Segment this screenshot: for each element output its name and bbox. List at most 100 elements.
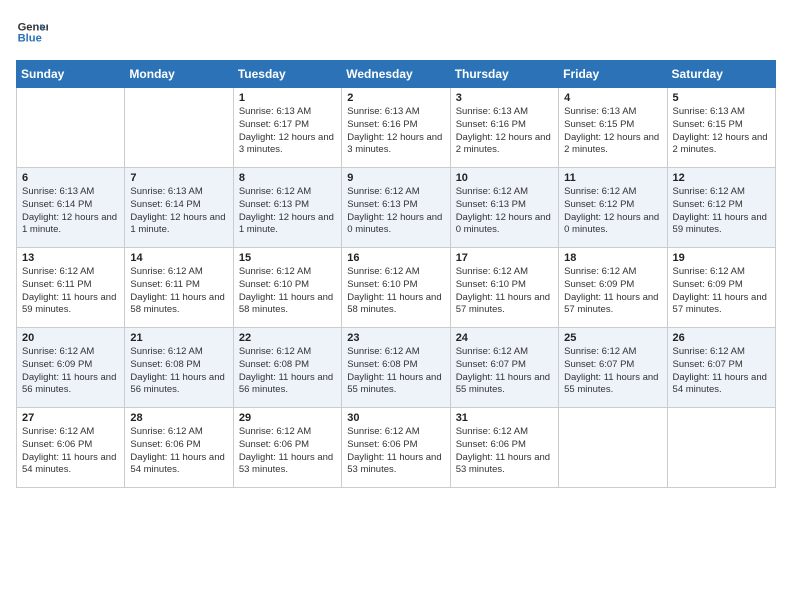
logo-icon: General Blue <box>16 16 48 48</box>
calendar-day-cell: 22 Sunrise: 6:12 AMSunset: 6:08 PMDayligh… <box>233 328 341 408</box>
day-info: Sunrise: 6:12 AMSunset: 6:11 PMDaylight:… <box>22 266 119 317</box>
day-info: Sunrise: 6:12 AMSunset: 6:06 PMDaylight:… <box>239 426 336 477</box>
calendar-day-cell: 13Sunrise: 6:12 AMSunset: 6:11 PMDayligh… <box>17 248 125 328</box>
calendar-week-row: 20 Sunrise: 6:12 AMSunset: 6:09 PMDayligh… <box>17 328 776 408</box>
day-info: Sunrise: 6:12 AMSunset: 6:12 PMDaylight:… <box>564 186 661 237</box>
calendar-day-cell <box>125 88 233 168</box>
day-info: Sunrise: 6:13 AMSunset: 6:17 PMDaylight:… <box>239 106 336 157</box>
calendar-day-cell: 30 Sunrise: 6:12 AMSunset: 6:06 PMDayligh… <box>342 408 450 488</box>
day-number: 27 <box>22 412 119 424</box>
day-number: 2 <box>347 92 444 104</box>
calendar-day-cell: 26 Sunrise: 6:12 AMSunset: 6:07 PMDayligh… <box>667 328 775 408</box>
calendar-week-row: 6Sunrise: 6:13 AMSunset: 6:14 PMDaylight… <box>17 168 776 248</box>
day-number: 10 <box>456 172 553 184</box>
calendar-header-row: SundayMondayTuesdayWednesdayThursdayFrid… <box>17 61 776 88</box>
day-number: 31 <box>456 412 553 424</box>
day-info: Sunrise: 6:13 AMSunset: 6:14 PMDaylight:… <box>130 186 227 237</box>
day-number: 7 <box>130 172 227 184</box>
calendar-day-cell: 8Sunrise: 6:12 AMSunset: 6:13 PMDaylight… <box>233 168 341 248</box>
day-number: 8 <box>239 172 336 184</box>
day-info: Sunrise: 6:12 AMSunset: 6:08 PMDaylight:… <box>239 346 336 397</box>
day-info: Sunrise: 6:12 AMSunset: 6:09 PMDaylight:… <box>22 346 119 397</box>
calendar-table: SundayMondayTuesdayWednesdayThursdayFrid… <box>16 60 776 488</box>
calendar-day-cell: 9Sunrise: 6:12 AMSunset: 6:13 PMDaylight… <box>342 168 450 248</box>
day-number: 22 <box>239 332 336 344</box>
calendar-day-cell: 31 Sunrise: 6:12 AMSunset: 6:06 PMDayligh… <box>450 408 558 488</box>
calendar-day-cell: 6Sunrise: 6:13 AMSunset: 6:14 PMDaylight… <box>17 168 125 248</box>
calendar-day-cell: 21Sunrise: 6:12 AMSunset: 6:08 PMDayligh… <box>125 328 233 408</box>
day-number: 18 <box>564 252 661 264</box>
calendar-day-cell <box>559 408 667 488</box>
day-info: Sunrise: 6:13 AMSunset: 6:15 PMDaylight:… <box>673 106 770 157</box>
day-info: Sunrise: 6:12 AMSunset: 6:06 PMDaylight:… <box>22 426 119 477</box>
day-of-week-wednesday: Wednesday <box>342 61 450 88</box>
calendar-week-row: 13Sunrise: 6:12 AMSunset: 6:11 PMDayligh… <box>17 248 776 328</box>
calendar-day-cell: 7 Sunrise: 6:13 AMSunset: 6:14 PMDaylight… <box>125 168 233 248</box>
calendar-day-cell: 1 Sunrise: 6:13 AMSunset: 6:17 PMDaylight… <box>233 88 341 168</box>
day-info: Sunrise: 6:12 AMSunset: 6:08 PMDaylight:… <box>347 346 444 397</box>
day-number: 16 <box>347 252 444 264</box>
day-info: Sunrise: 6:12 AMSunset: 6:07 PMDaylight:… <box>564 346 661 397</box>
day-info: Sunrise: 6:13 AMSunset: 6:15 PMDaylight:… <box>564 106 661 157</box>
day-number: 14 <box>130 252 227 264</box>
day-number: 29 <box>239 412 336 424</box>
day-number: 5 <box>673 92 770 104</box>
day-number: 28 <box>130 412 227 424</box>
day-number: 4 <box>564 92 661 104</box>
calendar-day-cell: 11 Sunrise: 6:12 AMSunset: 6:12 PMDayligh… <box>559 168 667 248</box>
calendar-day-cell: 3 Sunrise: 6:13 AMSunset: 6:16 PMDaylight… <box>450 88 558 168</box>
calendar-day-cell <box>667 408 775 488</box>
calendar-day-cell: 28 Sunrise: 6:12 AMSunset: 6:06 PMDayligh… <box>125 408 233 488</box>
calendar-day-cell: 18Sunrise: 6:12 AMSunset: 6:09 PMDayligh… <box>559 248 667 328</box>
calendar-week-row: 27 Sunrise: 6:12 AMSunset: 6:06 PMDayligh… <box>17 408 776 488</box>
day-number: 11 <box>564 172 661 184</box>
day-of-week-friday: Friday <box>559 61 667 88</box>
day-info: Sunrise: 6:12 AMSunset: 6:06 PMDaylight:… <box>347 426 444 477</box>
calendar-day-cell: 10 Sunrise: 6:12 AMSunset: 6:13 PMDayligh… <box>450 168 558 248</box>
day-number: 26 <box>673 332 770 344</box>
calendar-day-cell: 20 Sunrise: 6:12 AMSunset: 6:09 PMDayligh… <box>17 328 125 408</box>
day-number: 9 <box>347 172 444 184</box>
logo: General Blue <box>16 16 52 48</box>
day-info: Sunrise: 6:12 AMSunset: 6:13 PMDaylight:… <box>456 186 553 237</box>
calendar-day-cell: 25 Sunrise: 6:12 AMSunset: 6:07 PMDayligh… <box>559 328 667 408</box>
day-info: Sunrise: 6:12 AMSunset: 6:06 PMDaylight:… <box>130 426 227 477</box>
calendar-day-cell: 29 Sunrise: 6:12 AMSunset: 6:06 PMDayligh… <box>233 408 341 488</box>
day-number: 15 <box>239 252 336 264</box>
calendar-day-cell: 12Sunrise: 6:12 AMSunset: 6:12 PMDayligh… <box>667 168 775 248</box>
day-info: Sunrise: 6:12 AMSunset: 6:09 PMDaylight:… <box>673 266 770 317</box>
day-of-week-monday: Monday <box>125 61 233 88</box>
day-info: Sunrise: 6:13 AMSunset: 6:16 PMDaylight:… <box>456 106 553 157</box>
calendar-day-cell: 14 Sunrise: 6:12 AMSunset: 6:11 PMDayligh… <box>125 248 233 328</box>
day-info: Sunrise: 6:12 AMSunset: 6:10 PMDaylight:… <box>239 266 336 317</box>
day-number: 23 <box>347 332 444 344</box>
day-info: Sunrise: 6:12 AMSunset: 6:10 PMDaylight:… <box>456 266 553 317</box>
day-number: 19 <box>673 252 770 264</box>
calendar-day-cell <box>17 88 125 168</box>
day-info: Sunrise: 6:13 AMSunset: 6:16 PMDaylight:… <box>347 106 444 157</box>
calendar-day-cell: 17 Sunrise: 6:12 AMSunset: 6:10 PMDayligh… <box>450 248 558 328</box>
day-of-week-sunday: Sunday <box>17 61 125 88</box>
day-of-week-saturday: Saturday <box>667 61 775 88</box>
calendar-day-cell: 4 Sunrise: 6:13 AMSunset: 6:15 PMDaylight… <box>559 88 667 168</box>
calendar-day-cell: 23 Sunrise: 6:12 AMSunset: 6:08 PMDayligh… <box>342 328 450 408</box>
day-number: 24 <box>456 332 553 344</box>
day-info: Sunrise: 6:12 AMSunset: 6:11 PMDaylight:… <box>130 266 227 317</box>
day-of-week-tuesday: Tuesday <box>233 61 341 88</box>
day-number: 25 <box>564 332 661 344</box>
calendar-day-cell: 24Sunrise: 6:12 AMSunset: 6:07 PMDayligh… <box>450 328 558 408</box>
day-info: Sunrise: 6:12 AMSunset: 6:06 PMDaylight:… <box>456 426 553 477</box>
day-info: Sunrise: 6:13 AMSunset: 6:14 PMDaylight:… <box>22 186 119 237</box>
day-number: 20 <box>22 332 119 344</box>
day-info: Sunrise: 6:12 AMSunset: 6:07 PMDaylight:… <box>673 346 770 397</box>
svg-text:General: General <box>18 21 48 33</box>
calendar-week-row: 1 Sunrise: 6:13 AMSunset: 6:17 PMDaylight… <box>17 88 776 168</box>
day-number: 3 <box>456 92 553 104</box>
day-number: 30 <box>347 412 444 424</box>
day-of-week-thursday: Thursday <box>450 61 558 88</box>
day-info: Sunrise: 6:12 AMSunset: 6:12 PMDaylight:… <box>673 186 770 237</box>
day-number: 17 <box>456 252 553 264</box>
day-number: 1 <box>239 92 336 104</box>
calendar-day-cell: 2 Sunrise: 6:13 AMSunset: 6:16 PMDaylight… <box>342 88 450 168</box>
day-info: Sunrise: 6:12 AMSunset: 6:08 PMDaylight:… <box>130 346 227 397</box>
